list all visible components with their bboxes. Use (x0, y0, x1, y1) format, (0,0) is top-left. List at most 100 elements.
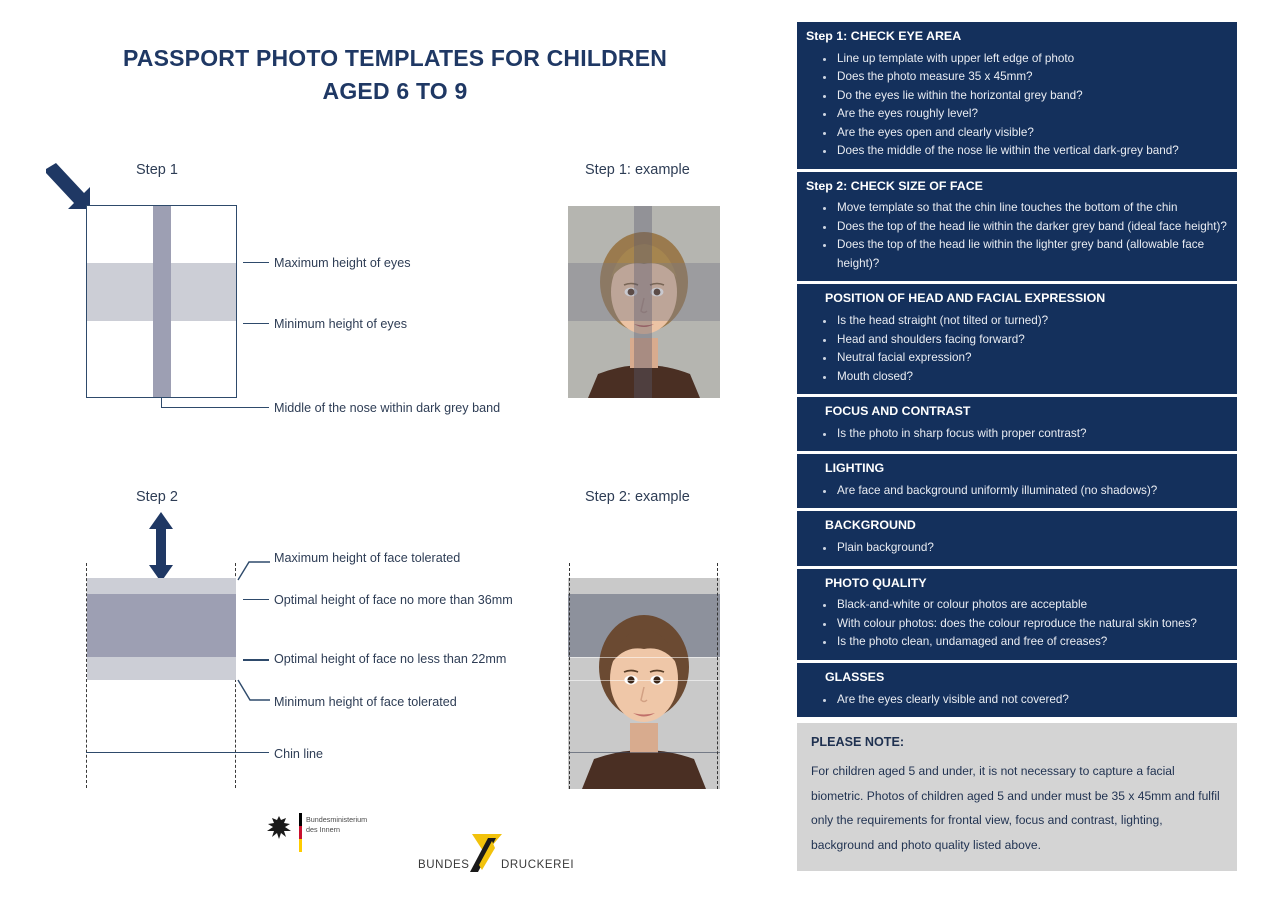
checklist-section: LIGHTING Are face and background uniforml… (797, 454, 1237, 509)
step2-label-min-face-tolerated: Minimum height of face tolerated (274, 695, 457, 709)
checklist-section: FOCUS AND CONTRAST Is the photo in sharp … (797, 396, 1237, 452)
checklist-item[interactable]: Plain background? (797, 539, 1237, 557)
step1-label-min-height-eyes: Minimum height of eyes (274, 317, 407, 331)
please-note-heading: PLEASE NOTE: (811, 735, 905, 750)
step2-example-caption: Step 2: example (585, 489, 690, 505)
checklist-items: Is the photo in sharp focus with proper … (797, 425, 1237, 443)
checklist-item[interactable]: Are the eyes roughly level? (797, 105, 1237, 123)
page-title-line1: PASSPORT PHOTO TEMPLATES FOR CHILDREN (122, 45, 668, 71)
step2-example-photo (568, 563, 720, 789)
ministry-name-line2: des Innern (306, 825, 340, 835)
checklist-item[interactable]: Neutral facial expression? (797, 349, 1237, 367)
step2-label-max-face-tolerated: Maximum height of face tolerated (274, 551, 461, 565)
checklist-item[interactable]: Is the photo in sharp focus with proper … (797, 425, 1237, 443)
checklist-item[interactable]: Mouth closed? (797, 368, 1237, 386)
checklist-item[interactable]: Is the head straight (not tilted or turn… (797, 312, 1237, 330)
checklist-item[interactable]: Does the middle of the nose lie within t… (797, 142, 1237, 160)
federal-eagle-icon (267, 816, 291, 839)
step1-leader-min-eyes (243, 323, 269, 325)
checklist-items: Black-and-white or colour photos are acc… (797, 596, 1237, 651)
checklist-section-heading: FOCUS AND CONTRAST (825, 403, 971, 418)
bundesdruckerei-word-left: BUNDES (418, 859, 470, 871)
checklist-item[interactable]: Does the photo measure 35 x 45mm? (797, 68, 1237, 86)
please-note-box: PLEASE NOTE: For children aged 5 and und… (797, 723, 1237, 872)
checklist-item[interactable]: Are the eyes open and clearly visible? (797, 124, 1237, 142)
checklist-items: Plain background? (797, 539, 1237, 557)
checklist-item[interactable]: Line up template with upper left edge of… (797, 50, 1237, 68)
checklist-items: Is the head straight (not tilted or turn… (797, 312, 1237, 386)
page-title-line2: AGED 6 TO 9 (322, 77, 468, 104)
checklist-items: Are face and background uniformly illumi… (797, 482, 1237, 500)
step1-photo-nose-band-overlay (634, 206, 652, 398)
flag-stripe-black (299, 813, 302, 826)
step2-photo-left-dashed-edge (569, 563, 570, 789)
document-page: PASSPORT PHOTO TEMPLATES FOR CHILDREN AG… (0, 0, 1280, 905)
ministry-name-line1: Bundesministerium (306, 815, 368, 824)
checklist-items: Line up template with upper left edge of… (797, 50, 1237, 161)
checklist-item[interactable]: Do the eyes lie within the horizontal gr… (797, 87, 1237, 105)
step1-label-middle-nose: Middle of the nose within dark grey band (274, 401, 501, 415)
checklist-section: Step 2: CHECK SIZE OF FACE Move template … (797, 171, 1237, 282)
step2-caption: Step 2 (136, 489, 178, 505)
step2-label-optimal-22mm: Optimal height of face no less than 22mm (274, 652, 507, 666)
arrow-down-right-icon (46, 163, 90, 209)
step2-label-chin-line: Chin line (274, 747, 324, 761)
step1-leader-max-eyes (243, 262, 269, 264)
checklist-section: GLASSES Are the eyes clearly visible and … (797, 662, 1237, 718)
step2-leader-min-face (237, 679, 270, 701)
step2-chin-line (86, 752, 237, 754)
step1-example-photo (568, 206, 720, 398)
checklist-panel: Step 1: CHECK EYE AREA Line up template w… (797, 22, 1237, 872)
please-note-body: For children aged 5 and under, it is not… (811, 764, 1220, 852)
step2-photo-line-lower (568, 680, 720, 681)
flag-stripe-red (299, 826, 302, 839)
checklist-item[interactable]: Move template so that the chin line touc… (797, 199, 1237, 217)
step1-label-max-height-eyes: Maximum height of eyes (274, 256, 411, 270)
bundesministerium-logo: Bundesministerium des Innern (262, 812, 382, 854)
checklist-section-heading: POSITION OF HEAD AND FACIAL EXPRESSION (825, 291, 1106, 306)
checklist-item[interactable]: Does the top of the head lie within the … (797, 236, 1237, 273)
step2-dark-grey-band (87, 594, 236, 657)
checklist-item[interactable]: Head and shoulders facing forward? (797, 331, 1237, 349)
checklist-section-heading: LIGHTING (825, 461, 885, 476)
bundesdruckerei-logo: BUNDES DRUCKEREI (418, 832, 574, 880)
step2-leader-chin-line (237, 752, 269, 754)
step2-photo-line-upper (568, 657, 720, 658)
checklist-item[interactable]: Black-and-white or colour photos are acc… (797, 596, 1237, 614)
step1-caption: Step 1 (136, 162, 178, 178)
step2-label-optimal-36mm: Optimal height of face no more than 36mm (274, 593, 513, 607)
step2-photo-chin-line (568, 752, 720, 753)
ministry-name: Bundesministerium des Innern (306, 815, 367, 836)
checklist-section-heading: Step 1: CHECK EYE AREA (806, 29, 962, 43)
step2-lower-light-grey-band (87, 657, 236, 680)
step2-leader-optimal-36mm (243, 599, 269, 601)
step1-template-box (86, 205, 237, 398)
checklist-sections: Step 1: CHECK EYE AREA Line up template w… (797, 22, 1237, 718)
step2-photo-right-dashed-edge (717, 563, 718, 789)
checklist-section: BACKGROUND Plain background? (797, 511, 1237, 566)
checklist-items: Are the eyes clearly visible and not cov… (797, 691, 1237, 709)
checklist-section: Step 1: CHECK EYE AREA Line up template w… (797, 22, 1237, 169)
step2-template-box (86, 563, 237, 788)
page-title: PASSPORT PHOTO TEMPLATES FOR CHILDREN AG… (60, 42, 730, 107)
child-portrait-photo-step2 (568, 563, 720, 789)
bundesdruckerei-word-right: DRUCKEREI (501, 859, 575, 871)
checklist-item[interactable]: Are the eyes clearly visible and not cov… (797, 691, 1237, 709)
checklist-section-heading: PHOTO QUALITY (825, 575, 927, 590)
checklist-item[interactable]: Does the top of the head lie within the … (797, 218, 1237, 236)
step1-vertical-dark-grey-band (153, 206, 171, 397)
checklist-section: POSITION OF HEAD AND FACIAL EXPRESSION Is… (797, 284, 1237, 394)
step2-upper-light-grey-band (87, 578, 236, 594)
step2-leader-max-face (237, 561, 270, 581)
checklist-item[interactable]: Is the photo clean, undamaged and free o… (797, 633, 1237, 651)
checklist-section: PHOTO QUALITY Black-and-white or colour p… (797, 568, 1237, 660)
step2-leader-optimal-22mm (243, 659, 269, 661)
step1-leader-nose-horizontal (161, 407, 269, 409)
checklist-item[interactable]: With colour photos: does the colour repr… (797, 615, 1237, 633)
checklist-section-heading: GLASSES (825, 669, 885, 684)
checklist-section-heading: Step 2: CHECK SIZE OF FACE (806, 178, 983, 193)
checklist-items: Move template so that the chin line touc… (797, 199, 1237, 273)
checklist-item[interactable]: Are face and background uniformly illumi… (797, 482, 1237, 500)
checklist-section-heading: BACKGROUND (825, 518, 916, 533)
step1-example-caption: Step 1: example (585, 162, 690, 178)
